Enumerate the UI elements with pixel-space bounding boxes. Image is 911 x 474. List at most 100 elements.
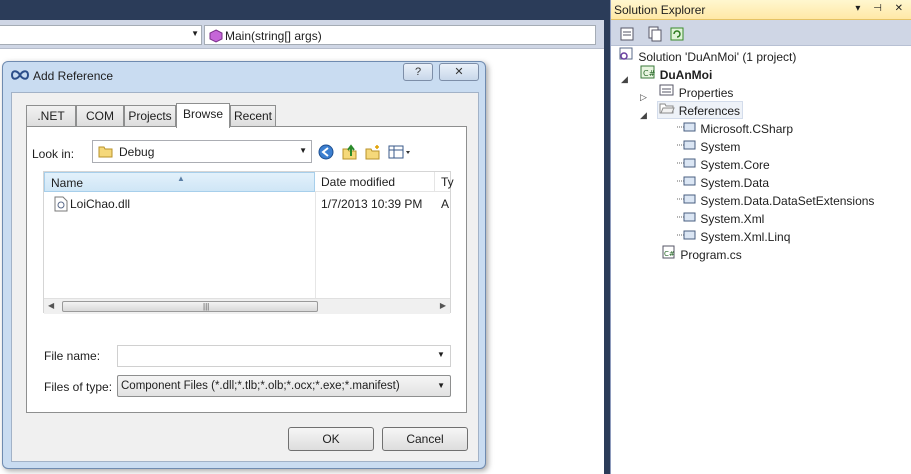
- reference-item[interactable]: System.Xml: [677, 209, 874, 227]
- assembly-reference-icon: [677, 174, 697, 192]
- ide-title-strip: [0, 0, 608, 20]
- look-in-combo[interactable]: Debug ▼: [92, 140, 312, 163]
- close-icon: ✕: [454, 66, 464, 78]
- scroll-left-icon[interactable]: ◀: [48, 301, 54, 310]
- back-icon[interactable]: [318, 144, 334, 163]
- file-name-label: File name:: [44, 349, 101, 363]
- tree-item-label: System: [700, 139, 741, 154]
- expand-icon[interactable]: ▷: [640, 88, 650, 102]
- method-icon: [209, 29, 223, 43]
- column-name-label: Name: [51, 176, 84, 190]
- file-type: A: [441, 197, 450, 211]
- tab-projects[interactable]: Projects: [124, 105, 176, 127]
- solution-explorer-toolbar: [611, 20, 911, 46]
- panel-window-buttons[interactable]: ▾ ⊣ ✕: [855, 3, 908, 14]
- tree-item-label: System.Xml: [700, 211, 765, 226]
- tree-item-label: Program.cs: [680, 247, 742, 262]
- tree-item-properties[interactable]: ▷ Properties: [640, 83, 734, 102]
- svg-text:C#: C#: [643, 69, 656, 78]
- tree-item-references[interactable]: ◢ References: [640, 101, 741, 120]
- tree-item-program-file[interactable]: C# Program.cs: [661, 245, 742, 263]
- look-in-value: Debug: [119, 145, 155, 159]
- files-of-type-combo[interactable]: Component Files (*.dll;*.tlb;*.olb;*.ocx…: [117, 375, 451, 397]
- tree-item-project[interactable]: ◢ C# DuAnMoi: [621, 65, 713, 84]
- files-of-type-value: Component Files (*.dll;*.tlb;*.olb;*.ocx…: [121, 380, 400, 392]
- folder-icon: [98, 144, 114, 162]
- sort-ascending-icon: ▲: [177, 174, 185, 183]
- ide-navigation-bar: ▼ Main(string[] args): [0, 20, 608, 49]
- tree-item-label: System.Xml.Linq: [700, 229, 791, 244]
- csharp-project-icon: C#: [640, 65, 656, 84]
- solution-explorer-titlebar: Solution Explorer ▾ ⊣ ✕: [611, 0, 911, 20]
- assembly-reference-icon: [677, 120, 697, 138]
- assembly-reference-icon: [677, 228, 697, 246]
- look-in-label: Look in:: [32, 147, 75, 161]
- close-button[interactable]: ✕: [439, 63, 479, 81]
- column-header-name[interactable]: Name ▲: [44, 172, 315, 192]
- up-folder-icon[interactable]: [342, 144, 358, 163]
- tree-item-label: Solution 'DuAnMoi' (1 project): [638, 49, 797, 64]
- tree-item-label: Microsoft.CSharp: [700, 121, 794, 136]
- help-icon: ?: [414, 66, 422, 78]
- dialog-body: .NET COM Projects Browse Recent Look in:…: [11, 92, 479, 462]
- tree-item-label: System.Core: [700, 157, 770, 172]
- tree-item-label: References: [678, 103, 741, 118]
- tree-item-label: System.Data.DataSetExtensions: [700, 193, 875, 208]
- assembly-reference-icon: [677, 138, 697, 156]
- member-combo[interactable]: Main(string[] args): [204, 25, 596, 45]
- reference-item[interactable]: System.Data: [677, 173, 874, 191]
- properties-folder-icon: [659, 83, 675, 102]
- tab-recent[interactable]: Recent: [230, 105, 276, 127]
- refresh-button[interactable]: [667, 24, 685, 42]
- column-header-row: Name ▲ Date modified Ty: [44, 172, 454, 192]
- chevron-down-icon: ▼: [299, 146, 307, 155]
- collapse-icon[interactable]: ◢: [640, 106, 650, 120]
- cancel-button[interactable]: Cancel: [382, 427, 468, 451]
- tab-com[interactable]: COM: [76, 105, 124, 127]
- add-reference-dialog: Add Reference ? ✕ .NET COM Projects Brow…: [2, 61, 486, 469]
- chevron-down-icon[interactable]: ▼: [437, 350, 445, 359]
- files-of-type-label: Files of type:: [44, 380, 113, 394]
- solution-explorer-title: Solution Explorer: [614, 3, 706, 17]
- folder-open-icon: [659, 101, 676, 120]
- file-row[interactable]: LoiChao.dll 1/7/2013 10:39 PM A: [44, 194, 450, 214]
- tree-item-solution[interactable]: Solution 'DuAnMoi' (1 project): [619, 47, 796, 65]
- reference-list: Microsoft.CSharp System System.Core Syst…: [677, 119, 874, 245]
- chevron-down-icon: ▼: [437, 381, 445, 390]
- type-combo[interactable]: ▼: [0, 25, 202, 45]
- dll-file-icon: [54, 196, 68, 215]
- assembly-reference-icon: [677, 192, 697, 210]
- reference-item[interactable]: System: [677, 137, 874, 155]
- chevron-down-icon: ▼: [191, 29, 199, 38]
- show-all-files-button[interactable]: [645, 24, 663, 42]
- ok-button[interactable]: OK: [288, 427, 374, 451]
- reference-item[interactable]: System.Data.DataSetExtensions: [677, 191, 874, 209]
- svg-text:C#: C#: [664, 250, 675, 258]
- help-button[interactable]: ?: [403, 63, 433, 81]
- reference-item[interactable]: System.Core: [677, 155, 874, 173]
- column-header-date-modified[interactable]: Date modified: [315, 172, 435, 192]
- tab-dotnet[interactable]: .NET: [26, 105, 76, 127]
- dialog-title: Add Reference: [33, 69, 114, 83]
- csharp-file-icon: C#: [661, 245, 677, 264]
- infinity-app-icon: [10, 69, 30, 84]
- view-menu-icon[interactable]: [388, 144, 414, 163]
- reference-item[interactable]: System.Xml.Linq: [677, 227, 874, 245]
- properties-button[interactable]: [617, 24, 635, 42]
- scrollbar-thumb[interactable]: |||: [62, 301, 318, 312]
- tree-item-label: Properties: [678, 85, 734, 100]
- tree-item-label: DuAnMoi: [659, 67, 713, 82]
- reference-item[interactable]: Microsoft.CSharp: [677, 119, 874, 137]
- new-folder-icon[interactable]: [365, 144, 381, 163]
- scroll-right-icon[interactable]: ▶: [440, 301, 446, 310]
- column-header-type[interactable]: Ty: [435, 172, 455, 192]
- collapse-icon[interactable]: ◢: [621, 70, 631, 84]
- file-name-input[interactable]: [117, 345, 451, 367]
- member-combo-label: Main(string[] args): [225, 29, 322, 43]
- horizontal-scrollbar[interactable]: ◀ ||| ▶: [44, 298, 450, 314]
- solution-icon: [619, 47, 635, 66]
- dialog-titlebar[interactable]: Add Reference ? ✕: [3, 62, 485, 90]
- tree-item-label: System.Data: [700, 175, 770, 190]
- tab-browse[interactable]: Browse: [176, 103, 230, 128]
- file-list[interactable]: Name ▲ Date modified Ty LoiChao.dll 1/7/…: [43, 171, 454, 314]
